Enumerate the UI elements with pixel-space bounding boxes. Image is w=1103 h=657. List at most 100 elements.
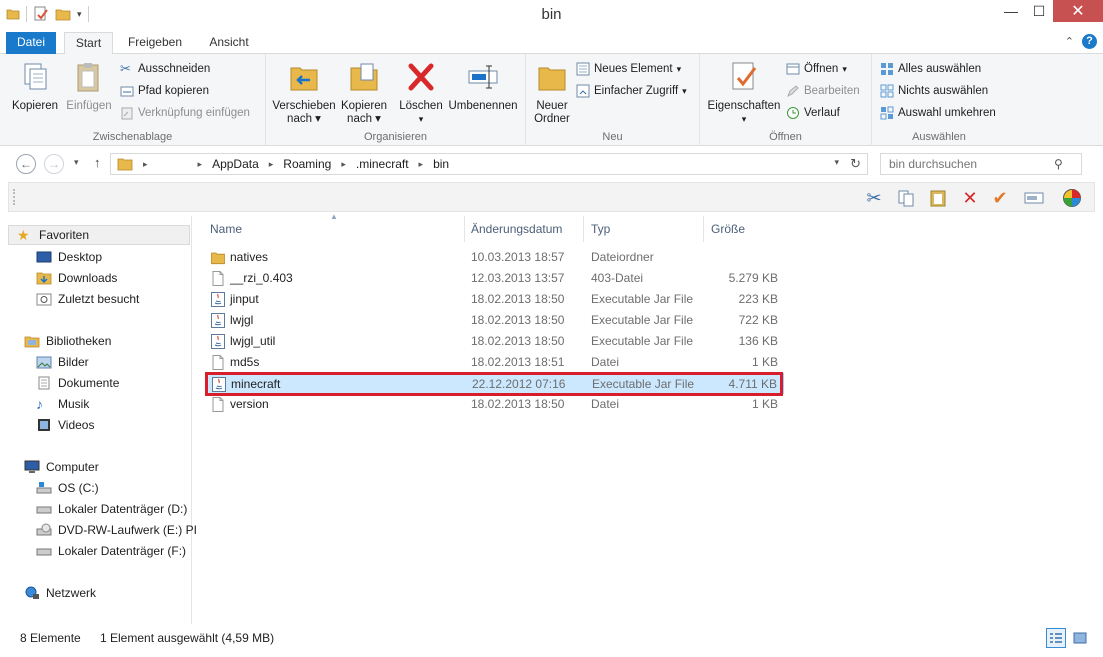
file-name: jinput: [230, 292, 259, 306]
tab-ansicht[interactable]: Ansicht: [198, 32, 260, 54]
select-none-button[interactable]: Nichts auswählen: [880, 82, 988, 100]
breadcrumb-appdata[interactable]: AppData: [212, 157, 259, 171]
address-bar[interactable]: ▸ ▸ AppData ▸ Roaming ▸ .minecraft ▸ bin…: [110, 153, 868, 175]
paste-button[interactable]: Einfügen: [64, 60, 114, 113]
nav-drive-f[interactable]: Lokaler Datenträger (F:): [36, 541, 186, 561]
maximize-button[interactable]: ☐: [1025, 0, 1053, 22]
breadcrumb-separator[interactable]: ▸: [269, 159, 274, 170]
recent-locations-icon[interactable]: ▾: [74, 157, 79, 168]
large-icons-view-button[interactable]: [1070, 628, 1090, 648]
paste-icon[interactable]: [927, 188, 949, 208]
details-view-icon: [1050, 633, 1062, 643]
help-icon[interactable]: ?: [1082, 34, 1097, 49]
paste-shortcut-button[interactable]: Verknüpfung einfügen: [120, 104, 250, 122]
arrow-right-icon: →: [48, 157, 60, 171]
nav-documents[interactable]: Dokumente: [36, 373, 119, 393]
edit-button[interactable]: Bearbeiten: [786, 82, 860, 100]
column-date[interactable]: Änderungsdatum: [463, 216, 584, 242]
collapse-ribbon-icon[interactable]: ⌃: [1065, 35, 1074, 48]
breadcrumb-minecraft[interactable]: .minecraft: [356, 157, 409, 171]
properties-button[interactable]: Eigenschaften ▾: [704, 60, 784, 126]
column-name[interactable]: Name: [202, 216, 465, 242]
properties-icon: [732, 62, 757, 90]
search-icon[interactable]: ⚲: [1054, 157, 1063, 171]
search-input[interactable]: [889, 157, 1054, 171]
large-icons-view-icon: [1073, 632, 1087, 644]
file-row[interactable]: jinput 18.02.2013 18:50 Executable Jar Fil…: [206, 289, 784, 310]
close-button[interactable]: ✕: [1053, 0, 1103, 22]
select-all-button[interactable]: Alles auswählen: [880, 60, 981, 78]
nav-pictures[interactable]: Bilder: [36, 352, 89, 372]
nav-computer[interactable]: Computer: [24, 457, 99, 477]
file-type: Executable Jar File: [591, 313, 694, 327]
checkmark-icon[interactable]: ✔: [989, 188, 1011, 208]
file-row[interactable]: version 18.02.2013 18:50 Datei 1 KB: [206, 394, 784, 415]
file-row[interactable]: lwjgl_util 18.02.2013 18:50 Executable Jar…: [206, 331, 784, 352]
copy-icon[interactable]: [895, 188, 917, 208]
breadcrumb-separator[interactable]: ▸: [419, 159, 424, 170]
breadcrumb-separator[interactable]: ▸: [341, 159, 346, 170]
toolbar-grip[interactable]: [13, 189, 15, 205]
address-dropdown-icon[interactable]: ▾: [834, 157, 839, 168]
file-row[interactable]: minecraft 22.12.2012 07:16 Executable Jar …: [206, 373, 784, 394]
nav-recent[interactable]: Zuletzt besucht: [36, 289, 139, 309]
tab-datei[interactable]: Datei: [6, 32, 56, 54]
nav-pictures-label: Bilder: [58, 355, 89, 369]
file-row[interactable]: lwjgl 18.02.2013 18:50 Executable Jar File…: [206, 310, 784, 331]
open-button[interactable]: Öffnen ▾: [786, 60, 847, 78]
forward-button[interactable]: →: [44, 154, 64, 174]
nav-videos[interactable]: Videos: [36, 415, 94, 435]
nav-desktop[interactable]: Desktop: [36, 247, 102, 267]
delete-button[interactable]: Löschen ▾: [396, 60, 446, 126]
column-size[interactable]: Größe: [703, 216, 783, 242]
new-item-button[interactable]: Neues Element ▾: [576, 60, 681, 78]
column-type[interactable]: Typ: [583, 216, 704, 242]
move-to-button[interactable]: Verschieben nach ▾: [272, 60, 336, 126]
breadcrumb-separator[interactable]: ▸: [143, 159, 148, 170]
nav-videos-label: Videos: [58, 418, 95, 432]
group-select: Alles auswählen Nichts auswählen Auswahl…: [872, 54, 1006, 146]
nav-drive-d[interactable]: Lokaler Datenträger (D:): [36, 499, 187, 519]
copy-to-button[interactable]: Kopieren nach ▾: [338, 60, 390, 126]
new-item-icon: [576, 62, 590, 76]
refresh-icon[interactable]: ↻: [850, 156, 861, 172]
details-view-button[interactable]: [1046, 628, 1066, 648]
back-button[interactable]: ←: [16, 154, 36, 174]
color-wheel-icon[interactable]: [1061, 188, 1083, 208]
properties-dropdown-icon[interactable]: ▾: [704, 113, 784, 126]
nav-favorites[interactable]: ★ Favoriten: [8, 225, 190, 245]
delete-dropdown-icon[interactable]: ▾: [396, 113, 446, 126]
cut-icon[interactable]: ✂: [863, 188, 885, 208]
nav-libraries[interactable]: Bibliotheken: [24, 331, 111, 351]
up-button[interactable]: ↑: [94, 155, 101, 170]
invert-selection-button[interactable]: Auswahl umkehren: [880, 104, 996, 122]
nav-drive-c[interactable]: OS (C:): [36, 478, 99, 498]
copy-path-button[interactable]: Pfad kopieren: [120, 82, 209, 100]
file-row[interactable]: md5s 18.02.2013 18:51 Datei 1 KB: [206, 352, 784, 373]
file-row[interactable]: natives 10.03.2013 18:57 Dateiordner: [206, 247, 784, 268]
tab-start[interactable]: Start: [64, 32, 113, 55]
delete-icon[interactable]: ✕: [959, 188, 981, 208]
breadcrumb-bin[interactable]: bin: [433, 157, 449, 171]
copy-button[interactable]: Kopieren: [10, 60, 60, 113]
file-type: 403-Datei: [591, 271, 644, 285]
file-type: Datei: [591, 397, 620, 411]
history-button[interactable]: Verlauf: [786, 104, 840, 122]
nav-music[interactable]: ♪ Musik: [36, 394, 89, 414]
easy-access-button[interactable]: Einfacher Zugriff ▾: [576, 82, 687, 100]
rename-label: Umbenennen: [448, 100, 518, 112]
tab-freigeben[interactable]: Freigeben: [120, 32, 190, 54]
nav-network[interactable]: Netzwerk: [24, 583, 96, 603]
breadcrumb-roaming[interactable]: Roaming: [283, 157, 331, 171]
rename-icon[interactable]: [1023, 188, 1045, 208]
breadcrumb-separator[interactable]: ▸: [198, 159, 203, 170]
search-box: ⚲: [880, 153, 1082, 175]
cut-button[interactable]: ✂ Ausschneiden: [120, 60, 210, 78]
file-row[interactable]: __rzi_0.403 12.03.2013 13:57 403-Datei 5.27…: [206, 268, 784, 289]
nav-downloads[interactable]: Downloads: [36, 268, 117, 288]
nav-drive-e[interactable]: DVD-RW-Laufwerk (E:) PI: [36, 520, 197, 540]
minimize-button[interactable]: —: [997, 0, 1025, 22]
rename-button[interactable]: Umbenennen: [446, 60, 520, 113]
edit-icon: [787, 85, 799, 98]
new-folder-button[interactable]: Neuer Ordner: [530, 60, 574, 126]
